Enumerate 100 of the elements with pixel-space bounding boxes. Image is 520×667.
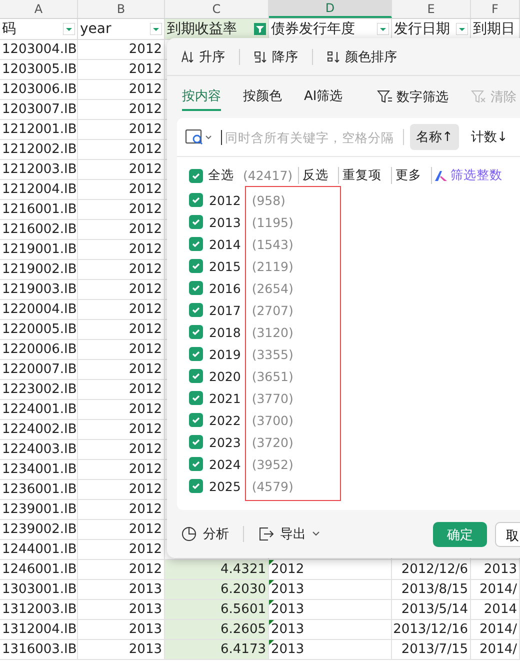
check-icon bbox=[191, 239, 201, 249]
checkbox[interactable] bbox=[189, 369, 203, 383]
header-cell-text: 发行日期 bbox=[394, 20, 451, 38]
table-cell: 2014/ bbox=[480, 582, 517, 597]
checkbox[interactable] bbox=[189, 303, 203, 317]
item-count: (3720) bbox=[252, 434, 294, 450]
item-label[interactable]: 2019 bbox=[209, 346, 241, 362]
item-label[interactable]: 2014 bbox=[209, 236, 241, 252]
item-label[interactable]: 2018 bbox=[209, 324, 241, 340]
table-cell: 2012 bbox=[128, 202, 162, 217]
item-count: (4579) bbox=[252, 478, 294, 494]
table-cell: 1203004.IB bbox=[2, 42, 77, 57]
item-count: (958) bbox=[252, 192, 286, 208]
item-label[interactable]: 2015 bbox=[209, 258, 241, 274]
checkbox[interactable] bbox=[189, 215, 203, 229]
item-label[interactable]: 2023 bbox=[209, 434, 241, 450]
checkbox[interactable] bbox=[189, 435, 203, 449]
table-cell: 1312004.IB bbox=[2, 622, 77, 637]
table-cell: 2013/8/15 bbox=[401, 582, 468, 597]
search-field[interactable]: 同时含所有关键字，空格分隔 bbox=[221, 130, 397, 144]
check-icon bbox=[191, 305, 201, 315]
dropdown-icon[interactable] bbox=[63, 23, 75, 35]
table-cell: 2013/5/14 bbox=[401, 602, 468, 617]
item-label[interactable]: 2016 bbox=[209, 280, 241, 296]
filter-tab[interactable]: 按内容 bbox=[182, 83, 221, 111]
filter-tab[interactable]: 按颜色 bbox=[243, 83, 282, 111]
sort-button[interactable]: 升序 bbox=[181, 48, 225, 66]
checkbox[interactable] bbox=[189, 479, 203, 493]
table-cell: 2012 bbox=[128, 222, 162, 237]
check-icon bbox=[191, 393, 201, 403]
check-icon bbox=[191, 327, 201, 337]
item-label[interactable]: 2017 bbox=[209, 302, 241, 318]
table-cell: 1224001.IB bbox=[2, 402, 77, 417]
filter-icon bbox=[376, 90, 393, 104]
checkbox[interactable] bbox=[189, 193, 203, 207]
checkbox[interactable] bbox=[189, 391, 203, 405]
item-label[interactable]: 2012 bbox=[209, 192, 241, 208]
column-header[interactable]: F bbox=[471, 0, 520, 18]
item-label[interactable]: 2021 bbox=[209, 390, 241, 406]
column-header[interactable]: D bbox=[269, 0, 392, 18]
filter-tab[interactable]: AI筛选 bbox=[304, 83, 343, 111]
column-header[interactable]: B bbox=[78, 0, 165, 18]
export-button[interactable]: 导出 bbox=[258, 525, 320, 543]
list-action-link[interactable]: 反选 bbox=[298, 167, 333, 184]
column-header[interactable]: E bbox=[392, 0, 471, 18]
checkbox[interactable] bbox=[189, 347, 203, 361]
analyze-button[interactable]: 分析 bbox=[181, 525, 229, 543]
checkbox[interactable] bbox=[189, 259, 203, 273]
item-label[interactable]: 2024 bbox=[209, 456, 241, 472]
header-cell-text: 到期日 bbox=[473, 20, 516, 38]
clear-filter-icon bbox=[470, 90, 487, 104]
sort-option[interactable]: 计数↓ bbox=[464, 124, 514, 150]
table-cell: 2012 bbox=[128, 42, 162, 57]
dropdown-icon[interactable] bbox=[377, 23, 389, 35]
table-cell: 2013 bbox=[128, 602, 162, 617]
table-cell: 6.5601 bbox=[220, 602, 266, 617]
item-count: (2654) bbox=[252, 280, 294, 296]
table-cell: 6.2605 bbox=[220, 622, 266, 637]
check-icon bbox=[191, 261, 201, 271]
item-count: (3355) bbox=[252, 346, 294, 362]
check-icon bbox=[191, 481, 201, 491]
item-label[interactable]: 2022 bbox=[209, 412, 241, 428]
table-cell: 2012 bbox=[128, 422, 162, 437]
checkbox[interactable] bbox=[189, 325, 203, 339]
checkbox[interactable] bbox=[189, 413, 203, 427]
sort-button[interactable]: 降序 bbox=[254, 48, 298, 66]
table-cell: 2012 bbox=[128, 362, 162, 377]
list-action-link[interactable]: 更多 bbox=[390, 167, 426, 184]
checkbox[interactable] bbox=[189, 237, 203, 251]
table-cell: 2012 bbox=[128, 302, 162, 317]
item-label[interactable]: 2013 bbox=[209, 214, 241, 230]
checkbox[interactable] bbox=[189, 168, 203, 182]
item-label[interactable]: 2025 bbox=[209, 478, 241, 494]
number-filter-button[interactable]: 数字筛选 bbox=[376, 88, 449, 106]
table-cell: 2012 bbox=[128, 502, 162, 517]
table-cell: 1224002.IB bbox=[2, 422, 77, 437]
header-cell-text: 码 bbox=[2, 20, 17, 38]
table-cell: 2012 bbox=[128, 402, 162, 417]
checkbox[interactable] bbox=[189, 281, 203, 295]
item-label[interactable]: 2020 bbox=[209, 368, 241, 384]
sort-button[interactable]: 颜色排序 bbox=[327, 48, 397, 66]
checkbox[interactable] bbox=[189, 457, 203, 471]
filter-icon[interactable] bbox=[254, 23, 266, 35]
list-action-link[interactable]: 重复项 bbox=[338, 167, 386, 184]
ai-filter-button[interactable]: 筛选整数 bbox=[430, 167, 505, 184]
table-cell: 1219003.IB bbox=[2, 282, 77, 297]
dropdown-icon[interactable] bbox=[150, 23, 162, 35]
table-cell: 1219001.IB bbox=[2, 242, 77, 257]
table-cell: 2012 bbox=[128, 542, 162, 557]
cancel-button[interactable]: 取 bbox=[495, 522, 520, 546]
table-cell: 2012 bbox=[128, 142, 162, 157]
item-count: (3651) bbox=[252, 368, 294, 384]
table-cell: 1220005.IB bbox=[2, 322, 77, 337]
table-cell: 6.2030 bbox=[220, 582, 266, 597]
column-header[interactable]: A bbox=[0, 0, 78, 18]
dropdown-icon[interactable] bbox=[456, 23, 468, 35]
select-all-label[interactable]: 全选 bbox=[208, 167, 234, 184]
table-cell: 2014 bbox=[484, 602, 517, 617]
table-cell: 1203005.IB bbox=[2, 62, 77, 77]
sort-option[interactable]: 名称↑ bbox=[410, 124, 459, 150]
